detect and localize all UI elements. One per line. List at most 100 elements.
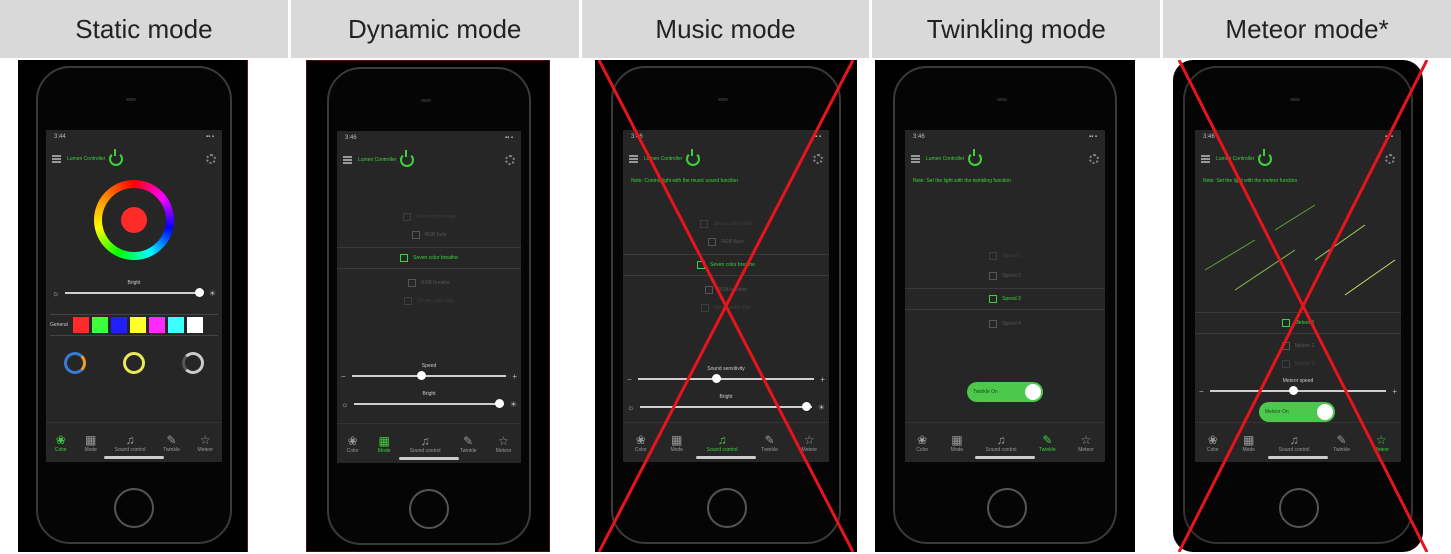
- speed-slider[interactable]: − +: [341, 369, 517, 383]
- dim-icon: ☼: [52, 288, 60, 298]
- preset-row: General: [50, 314, 218, 336]
- tab-twinkle[interactable]: ✎ Twinkle: [163, 433, 180, 453]
- tab-color[interactable]: ❀ Color: [916, 433, 928, 453]
- power-icon[interactable]: [968, 149, 983, 166]
- gear-icon[interactable]: [505, 155, 515, 165]
- signal-icon: ▪▪ ▪: [1088, 134, 1097, 140]
- tab-sound-control[interactable]: ♫ Sound control: [115, 433, 146, 453]
- home-button[interactable]: [409, 489, 449, 529]
- tab-mode[interactable]: ▦ Mode: [951, 433, 964, 453]
- twinkle-toggle[interactable]: Twinkle On: [967, 382, 1043, 402]
- ring-preset-1[interactable]: [64, 352, 87, 374]
- swatch-green[interactable]: [91, 317, 108, 333]
- tab-mode[interactable]: ▦ Mode: [378, 434, 391, 454]
- mode-item[interactable]: Seven color skip: [337, 293, 521, 309]
- swatch-cyan[interactable]: [167, 317, 184, 333]
- swatch-red[interactable]: [72, 317, 89, 333]
- speed-icon: [989, 252, 998, 260]
- star-icon: ☆: [199, 432, 211, 447]
- mode-icon: [400, 254, 409, 262]
- bright-thumb[interactable]: [494, 399, 504, 408]
- speed-icon: [989, 272, 998, 280]
- unsupported-cross-icon: [597, 60, 855, 552]
- tab-twinkle[interactable]: ✎ Twinkle: [460, 434, 477, 454]
- device-name: Lumen Controller: [358, 157, 397, 163]
- tab-color[interactable]: ❀ Color: [347, 434, 359, 454]
- menu-icon[interactable]: [911, 155, 920, 163]
- speed-item[interactable]: Speed 1: [905, 248, 1105, 264]
- home-button[interactable]: [114, 488, 154, 528]
- gear-icon[interactable]: [206, 154, 216, 164]
- mode-item[interactable]: RGB fade: [337, 227, 521, 243]
- swatch-blue[interactable]: [110, 317, 127, 333]
- swatch-yellow[interactable]: [129, 317, 146, 333]
- tab-sound-control[interactable]: ♫ Sound control: [410, 434, 441, 454]
- power-icon[interactable]: [109, 149, 124, 166]
- gear-icon[interactable]: [1089, 154, 1099, 164]
- tab-color[interactable]: ❀ Color: [55, 433, 67, 453]
- color-wheel[interactable]: [94, 180, 174, 260]
- tab-label: Color: [916, 446, 929, 453]
- speed-item-label: Speed 2: [1002, 273, 1021, 279]
- tab-label: Color: [54, 446, 67, 453]
- speed-thumb[interactable]: [416, 371, 426, 380]
- mode-item-selected[interactable]: Seven color breathe: [337, 247, 521, 269]
- ring-preset-3[interactable]: [181, 352, 204, 374]
- menu-icon[interactable]: [52, 155, 61, 163]
- speed-item[interactable]: Speed 2: [905, 268, 1105, 284]
- speed-icon: [989, 295, 998, 303]
- tab-twinkle[interactable]: ✎ Twinkle: [1039, 433, 1056, 453]
- tab-label: Twinkle: [459, 447, 477, 454]
- tab-bar: ❀ Color ▦ Mode ♫ Sound control ✎ Twinkle ☆ Me…: [46, 422, 222, 462]
- app-topbar: Lumen Controller: [343, 149, 515, 171]
- tab-sound-control[interactable]: ♫ Sound control: [986, 433, 1017, 453]
- brightness-slider[interactable]: ☼ ☀: [52, 286, 216, 300]
- menu-icon[interactable]: [343, 156, 352, 164]
- mode-item[interactable]: RGB breathe: [337, 275, 521, 291]
- dynamic-mode-panel: 3:46 ▪▪ ▪ Lumen Controller Seven color sw…: [306, 60, 550, 552]
- mic-icon: ♫: [420, 433, 430, 448]
- mode-icon: ▦: [378, 433, 390, 448]
- twinkle-toggle-label: Twinkle On: [973, 389, 998, 395]
- color-icon: ❀: [347, 433, 358, 448]
- home-button[interactable]: [987, 488, 1027, 528]
- swatch-magenta[interactable]: [148, 317, 165, 333]
- app-screen: 3:44 ▪▪ ▪ Lumen Controller Bright ☼ ☀ Ge…: [46, 130, 222, 462]
- speed-item-selected[interactable]: Speed 3: [905, 288, 1105, 310]
- selected-color-dot: [121, 207, 147, 233]
- device-name: Lumen Controller: [926, 156, 965, 162]
- header-static-mode: Static mode: [0, 0, 291, 58]
- ring-preset-2[interactable]: [122, 352, 145, 374]
- tab-meteor[interactable]: ☆ Meteor: [1078, 433, 1094, 453]
- tab-label: Meteor: [495, 447, 512, 454]
- plus-icon: +: [512, 371, 517, 381]
- twinkle-icon: ✎: [463, 433, 474, 448]
- mode-icon: ▦: [951, 432, 963, 447]
- power-icon[interactable]: [400, 150, 415, 167]
- status-bar: 3:46 ▪▪ ▪: [913, 134, 1097, 140]
- swatch-white[interactable]: [186, 317, 203, 333]
- app-topbar: Lumen Controller: [911, 148, 1099, 170]
- tab-meteor[interactable]: ☆ Meteor: [496, 434, 512, 454]
- mode-header-row: Static mode Dynamic mode Music mode Twin…: [0, 0, 1451, 58]
- mode-item[interactable]: Seven color swap: [337, 209, 521, 225]
- signal-icon: ▪▪ ▪: [504, 135, 513, 141]
- home-indicator: [104, 456, 164, 459]
- header-twinkling-mode: Twinkling mode: [872, 0, 1164, 58]
- header-meteor-mode: Meteor mode*: [1163, 0, 1451, 58]
- speed-item[interactable]: Speed 4: [905, 316, 1105, 332]
- app-screen: 3:46 ▪▪ ▪ Lumen Controller Note: Set the …: [905, 130, 1105, 462]
- brightness-slider[interactable]: ☼ ☀: [341, 397, 517, 411]
- minus-icon: −: [341, 371, 346, 381]
- tab-meteor[interactable]: ☆ Meteor: [198, 433, 214, 453]
- twinkle-icon: ✎: [1042, 432, 1053, 447]
- speed-item-label: Speed 4: [1002, 321, 1021, 327]
- mode-item-label: Seven color skip: [417, 298, 454, 304]
- mic-icon: ♫: [996, 432, 1006, 447]
- tab-bar: ❀ Color ▦ Mode ♫ Sound control ✎ Twinkle ☆ Me…: [905, 422, 1105, 462]
- tab-bar: ❀ Color ▦ Mode ♫ Sound control ✎ Twinkle ☆ Me…: [337, 423, 521, 463]
- status-bar: 3:46 ▪▪ ▪: [345, 135, 513, 141]
- home-indicator: [975, 456, 1035, 459]
- color-icon: ❀: [55, 432, 66, 447]
- tab-mode[interactable]: ▦ Mode: [84, 433, 97, 453]
